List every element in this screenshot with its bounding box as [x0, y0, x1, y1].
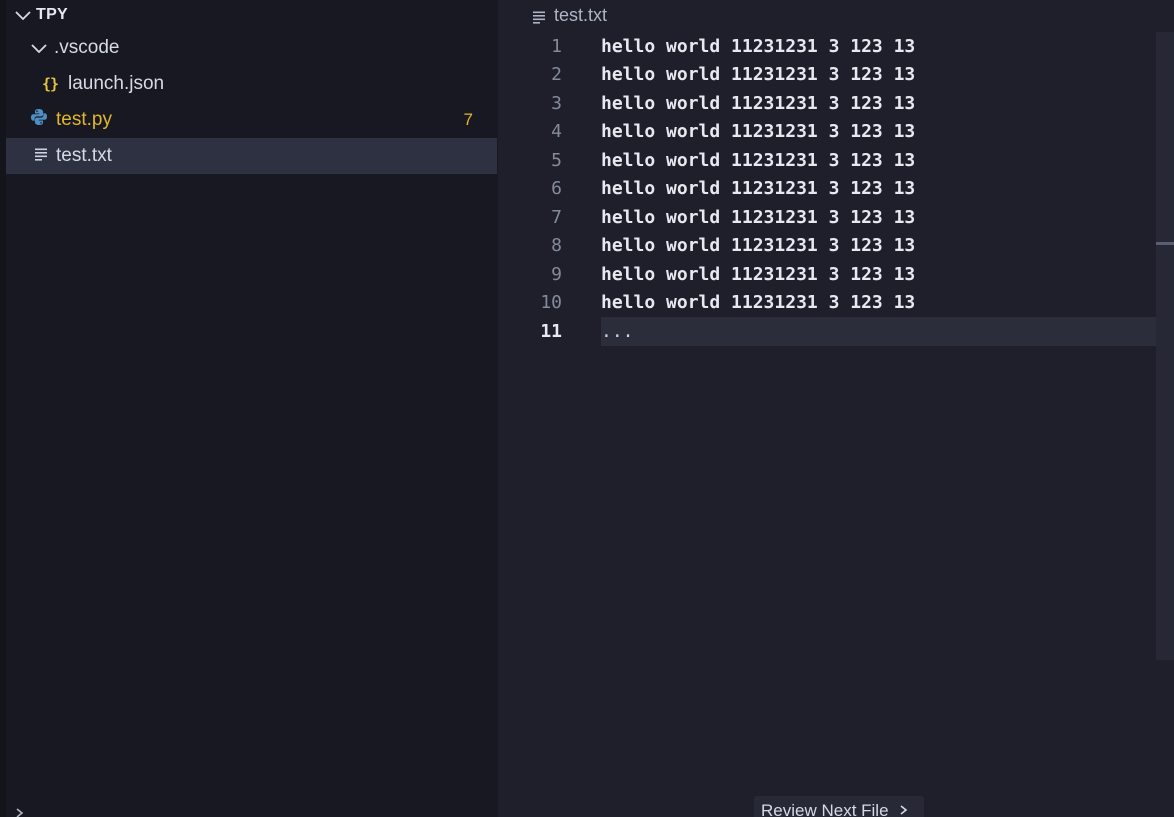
chevron-down-icon	[12, 4, 34, 26]
tree-item-vscode-folder[interactable]: .vscode	[6, 30, 497, 66]
json-braces-icon: {}	[42, 75, 59, 93]
review-next-file-label: Review Next File	[761, 801, 889, 817]
tree-item-test-txt[interactable]: test.txt	[6, 138, 497, 174]
editor-pane: test.txt 1 hello world 11231231 3 123 13…	[498, 0, 1174, 817]
line-number: 2	[551, 64, 562, 86]
scrollbar-position-marker	[1156, 242, 1174, 245]
tree-item-test-py[interactable]: test.py 7	[6, 102, 497, 138]
line-number: 7	[551, 206, 562, 228]
breadcrumb[interactable]: test.txt	[532, 3, 607, 27]
line-content: ...	[601, 320, 634, 342]
code-line[interactable]: 7 hello world 11231231 3 123 13	[498, 203, 1156, 232]
chevron-down-icon	[28, 37, 50, 59]
line-content: hello world 11231231 3 123 13	[601, 64, 916, 86]
chevron-right-icon	[899, 801, 909, 817]
line-number: 9	[551, 263, 562, 285]
explorer-root-label: TPY	[36, 6, 69, 23]
code-line[interactable]: 8 hello world 11231231 3 123 13	[498, 232, 1156, 261]
line-number: 11	[540, 320, 562, 342]
breadcrumb-filename: test.txt	[554, 4, 608, 25]
line-number: 5	[551, 149, 562, 171]
tree-item-label: test.txt	[56, 145, 112, 166]
code-line[interactable]: 5 hello world 11231231 3 123 13	[498, 146, 1156, 175]
code-line[interactable]: 1 hello world 11231231 3 123 13	[498, 32, 1156, 61]
line-number: 1	[551, 35, 562, 57]
explorer-root-header[interactable]: TPY	[6, 0, 497, 30]
code-area[interactable]: 1 hello world 11231231 3 123 13 2 hello …	[498, 32, 1172, 346]
line-content: hello world 11231231 3 123 13	[601, 292, 916, 314]
current-code-line[interactable]: 11 ...	[498, 317, 1172, 346]
review-next-file-button[interactable]: Review Next File	[754, 796, 924, 817]
tree-item-label: launch.json	[68, 73, 165, 94]
code-line[interactable]: 9 hello world 11231231 3 123 13	[498, 260, 1156, 289]
line-content: hello world 11231231 3 123 13	[601, 92, 916, 114]
line-number: 10	[540, 292, 562, 314]
vscode-window: TPY .vscode {} launch.json test.py 7 tes…	[0, 0, 1174, 817]
line-number: 8	[551, 235, 562, 257]
vertical-scrollbar[interactable]	[1156, 32, 1174, 660]
line-number: 6	[551, 178, 562, 200]
explorer-sidebar: TPY .vscode {} launch.json test.py 7 tes…	[0, 0, 498, 817]
code-line[interactable]: 4 hello world 11231231 3 123 13	[498, 118, 1156, 147]
code-line[interactable]: 10 hello world 11231231 3 123 13	[498, 289, 1156, 318]
tree-item-label: test.py	[56, 109, 112, 130]
code-line[interactable]: 6 hello world 11231231 3 123 13	[498, 175, 1156, 204]
line-content: hello world 11231231 3 123 13	[601, 121, 916, 143]
line-content: hello world 11231231 3 123 13	[601, 178, 916, 200]
tree-item-label: .vscode	[54, 37, 120, 58]
code-line[interactable]: 2 hello world 11231231 3 123 13	[498, 61, 1156, 90]
current-line-highlight	[601, 317, 1172, 346]
line-content: hello world 11231231 3 123 13	[601, 149, 916, 171]
text-file-icon	[34, 145, 56, 167]
line-content: hello world 11231231 3 123 13	[601, 235, 916, 257]
code-line[interactable]: 3 hello world 11231231 3 123 13	[498, 89, 1156, 118]
text-file-icon	[532, 8, 546, 24]
python-file-icon	[30, 108, 56, 132]
line-number: 3	[551, 92, 562, 114]
line-content: hello world 11231231 3 123 13	[601, 206, 916, 228]
line-content: hello world 11231231 3 123 13	[601, 35, 916, 57]
line-content: hello world 11231231 3 123 13	[601, 263, 916, 285]
line-number: 4	[551, 121, 562, 143]
problems-count-badge: 7	[463, 110, 473, 129]
chevron-right-icon[interactable]	[14, 806, 26, 817]
tree-item-launch-json[interactable]: {} launch.json	[6, 66, 497, 102]
